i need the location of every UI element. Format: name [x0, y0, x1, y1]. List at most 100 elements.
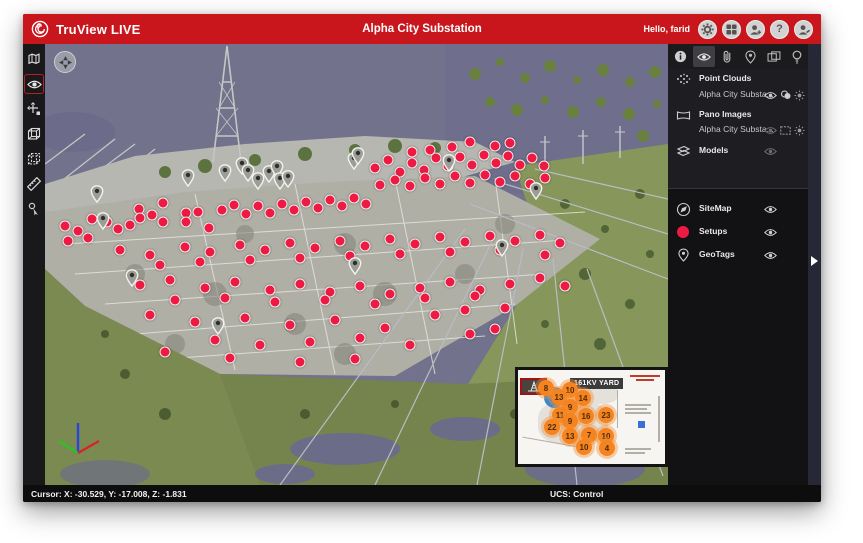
- setup-marker[interactable]: [245, 255, 256, 266]
- setup-marker[interactable]: [83, 233, 94, 244]
- setup-marker[interactable]: [240, 313, 251, 324]
- setup-marker[interactable]: [491, 158, 502, 169]
- setup-marker[interactable]: [125, 220, 136, 231]
- point-cloud-item-row[interactable]: Alpha City Substa...: [668, 88, 808, 104]
- add-user-icon[interactable]: [746, 20, 765, 39]
- setup-marker[interactable]: [485, 231, 496, 242]
- geotag-pin-marker[interactable]: [282, 170, 295, 188]
- setup-marker[interactable]: [450, 171, 461, 182]
- setup-marker[interactable]: [503, 151, 514, 162]
- setup-marker[interactable]: [420, 293, 431, 304]
- setup-marker[interactable]: [225, 353, 236, 364]
- geotag-pin-marker[interactable]: [212, 317, 225, 335]
- minimap-setup-marker[interactable]: 16: [578, 408, 594, 424]
- setup-marker[interactable]: [560, 281, 571, 292]
- setups-row[interactable]: Setups: [668, 225, 808, 241]
- setup-marker[interactable]: [220, 293, 231, 304]
- pano-map-icon[interactable]: [24, 49, 44, 69]
- setup-marker[interactable]: [115, 245, 126, 256]
- minimap-setup-marker[interactable]: 22: [544, 419, 560, 435]
- minimap-setup-marker[interactable]: 9: [562, 413, 578, 429]
- pin-tab-icon[interactable]: [740, 46, 761, 67]
- setup-marker[interactable]: [495, 177, 506, 188]
- user-profile-icon[interactable]: [794, 20, 813, 39]
- setup-marker[interactable]: [205, 247, 216, 258]
- pano-images-row[interactable]: Pano Images: [668, 108, 808, 124]
- setup-marker[interactable]: [540, 250, 551, 261]
- setup-marker[interactable]: [253, 201, 264, 212]
- setup-marker[interactable]: [60, 221, 71, 232]
- apps-grid-icon[interactable]: [722, 20, 741, 39]
- models-row[interactable]: Models: [668, 144, 808, 160]
- setup-marker[interactable]: [158, 217, 169, 228]
- setup-marker[interactable]: [447, 142, 458, 153]
- visibility-tab-icon[interactable]: [693, 46, 714, 67]
- tag-picker-icon[interactable]: [24, 199, 44, 219]
- minimap-setup-marker[interactable]: 23: [598, 407, 614, 423]
- setup-marker[interactable]: [445, 247, 456, 258]
- setup-marker[interactable]: [155, 260, 166, 271]
- geotag-pin-marker[interactable]: [182, 169, 195, 187]
- pano-item-row[interactable]: Alpha City Substa...: [668, 123, 808, 139]
- measure-ruler-icon[interactable]: [24, 174, 44, 194]
- panel-collapse-strip[interactable]: [808, 44, 821, 485]
- setup-marker[interactable]: [295, 253, 306, 264]
- point-cloud-brightness-icon[interactable]: [792, 89, 807, 101]
- setup-marker[interactable]: [210, 335, 221, 346]
- geotag-pin-marker[interactable]: [496, 239, 509, 257]
- pano-visibility-eye-icon[interactable]: [763, 124, 778, 136]
- setup-marker[interactable]: [465, 137, 476, 148]
- setup-marker[interactable]: [147, 210, 158, 221]
- setup-marker[interactable]: [555, 238, 566, 249]
- setup-marker[interactable]: [158, 198, 169, 209]
- setup-marker[interactable]: [235, 240, 246, 251]
- setup-marker[interactable]: [145, 250, 156, 261]
- setup-marker[interactable]: [337, 201, 348, 212]
- geotags-row[interactable]: GeoTags: [668, 248, 808, 264]
- geotag-pin-marker[interactable]: [219, 164, 232, 182]
- geotag-pin-marker[interactable]: [91, 185, 104, 203]
- setup-marker[interactable]: [301, 197, 312, 208]
- setup-marker[interactable]: [465, 329, 476, 340]
- setup-marker[interactable]: [490, 324, 501, 335]
- geotag-pin-marker[interactable]: [349, 257, 362, 275]
- setup-marker[interactable]: [535, 230, 546, 241]
- minimap-setup-marker[interactable]: 10: [576, 439, 592, 455]
- setup-marker[interactable]: [375, 180, 386, 191]
- setup-marker[interactable]: [260, 245, 271, 256]
- setup-marker[interactable]: [305, 337, 316, 348]
- setup-marker[interactable]: [170, 295, 181, 306]
- setup-marker[interactable]: [180, 242, 191, 253]
- setup-marker[interactable]: [195, 257, 206, 268]
- setup-marker[interactable]: [335, 236, 346, 247]
- setup-marker[interactable]: [515, 160, 526, 171]
- setup-marker[interactable]: [350, 354, 361, 365]
- setup-marker[interactable]: [113, 224, 124, 235]
- sitemap-visibility-eye-icon[interactable]: [763, 203, 778, 215]
- setup-marker[interactable]: [385, 234, 396, 245]
- lightbulb-tab-icon[interactable]: [787, 46, 808, 67]
- setup-marker[interactable]: [480, 170, 491, 181]
- geotags-visibility-eye-icon[interactable]: [763, 249, 778, 261]
- setup-marker[interactable]: [539, 161, 550, 172]
- info-tab-icon[interactable]: [670, 46, 691, 67]
- geotag-pin-marker[interactable]: [443, 154, 456, 172]
- minimap-setup-marker[interactable]: 4: [599, 440, 615, 456]
- setup-marker[interactable]: [420, 173, 431, 184]
- setup-marker[interactable]: [430, 310, 441, 321]
- setup-marker[interactable]: [479, 150, 490, 161]
- setup-marker[interactable]: [410, 239, 421, 250]
- setup-marker[interactable]: [349, 193, 360, 204]
- setup-marker[interactable]: [355, 333, 366, 344]
- setup-marker[interactable]: [200, 283, 211, 294]
- setup-marker[interactable]: [390, 175, 401, 186]
- panel-expand-arrow-icon[interactable]: [811, 256, 818, 266]
- setup-marker[interactable]: [407, 158, 418, 169]
- setup-marker[interactable]: [285, 320, 296, 331]
- setup-marker[interactable]: [295, 279, 306, 290]
- setup-marker[interactable]: [73, 226, 84, 237]
- setup-marker[interactable]: [510, 171, 521, 182]
- setup-marker[interactable]: [135, 213, 146, 224]
- setup-marker[interactable]: [435, 179, 446, 190]
- minimap-setup-marker[interactable]: 13: [562, 428, 578, 444]
